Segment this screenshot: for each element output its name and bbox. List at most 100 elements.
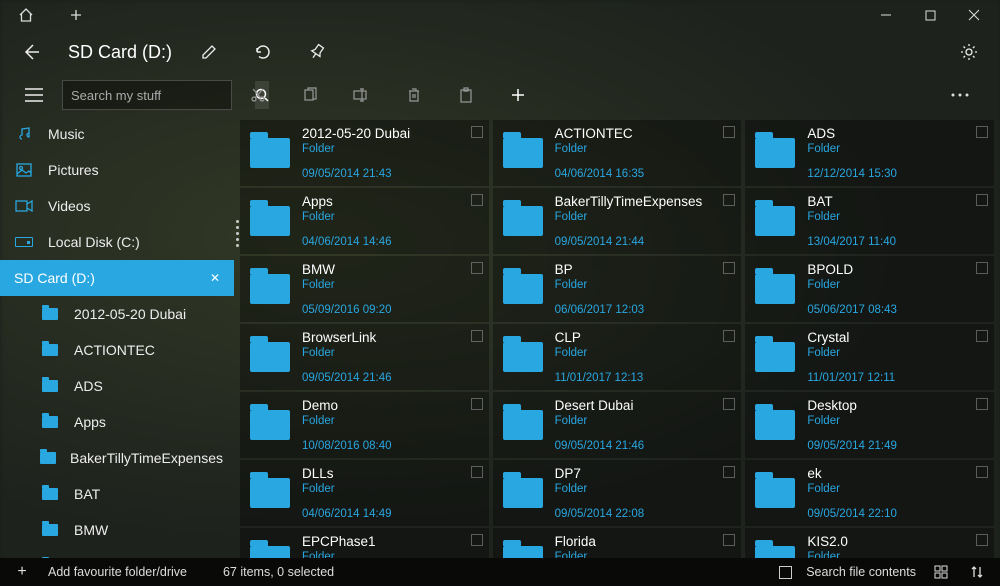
tile-checkbox[interactable]: [976, 398, 988, 410]
folder-tile[interactable]: ACTIONTECFolder04/06/2014 16:35: [493, 120, 742, 186]
folder-icon: [40, 488, 60, 500]
sidebar-item[interactable]: 2012-05-20 Dubai: [0, 296, 234, 332]
folder-tile[interactable]: DLLsFolder04/06/2014 14:49: [240, 460, 489, 526]
sidebar-item[interactable]: ACTIONTEC: [0, 332, 234, 368]
tile-checkbox[interactable]: [976, 262, 988, 274]
folder-icon: [248, 262, 292, 316]
search-contents-checkbox[interactable]: [779, 566, 792, 579]
folder-tile[interactable]: BMWFolder05/09/2016 09:20: [240, 256, 489, 322]
tile-checkbox[interactable]: [723, 534, 735, 546]
back-button[interactable]: [14, 35, 48, 69]
refresh-button[interactable]: [246, 35, 280, 69]
tile-checkbox[interactable]: [471, 126, 483, 138]
menu-button[interactable]: [14, 75, 54, 115]
maximize-button[interactable]: [908, 0, 952, 30]
folder-tile[interactable]: ADSFolder 12/12/2014 15:30: [745, 120, 994, 186]
sidebar-item[interactable]: BMW: [0, 512, 234, 548]
delete-button[interactable]: [388, 75, 440, 115]
tile-kind: Folder: [807, 551, 986, 558]
view-grid-button[interactable]: [930, 565, 952, 579]
folder-tile[interactable]: CrystalFolder11/01/2017 12:11: [745, 324, 994, 390]
tile-checkbox[interactable]: [723, 330, 735, 342]
folder-icon: [248, 194, 292, 248]
sidebar-item[interactable]: Pictures: [0, 152, 234, 188]
tile-checkbox[interactable]: [976, 330, 988, 342]
tile-checkbox[interactable]: [976, 466, 988, 478]
tile-checkbox[interactable]: [723, 398, 735, 410]
cut-button[interactable]: [232, 75, 284, 115]
folder-tile[interactable]: DemoFolder10/08/2016 08:40: [240, 392, 489, 458]
folder-tile[interactable]: BakerTillyTimeExpensesFolder09/05/2014 2…: [493, 188, 742, 254]
tile-name: ADS: [807, 126, 986, 142]
copy-button[interactable]: [284, 75, 336, 115]
tile-checkbox[interactable]: [471, 330, 483, 342]
sidebar-item-label: Videos: [48, 198, 91, 214]
folder-tile[interactable]: KIS2.0Folder: [745, 528, 994, 558]
tile-checkbox[interactable]: [471, 262, 483, 274]
tile-checkbox[interactable]: [471, 398, 483, 410]
new-tab-button[interactable]: [54, 0, 98, 30]
sort-button[interactable]: [966, 565, 988, 579]
folder-tile[interactable]: DP7Folder09/05/2014 22:08: [493, 460, 742, 526]
video-icon: [14, 200, 34, 212]
folder-tile[interactable]: 2012-05-20 DubaiFolder09/05/2014 21:43: [240, 120, 489, 186]
folder-tile[interactable]: DesktopFolder09/05/2014 21:49: [745, 392, 994, 458]
tile-checkbox[interactable]: [723, 262, 735, 274]
folder-tile[interactable]: Desert DubaiFolder09/05/2014 21:46: [493, 392, 742, 458]
tile-checkbox[interactable]: [723, 466, 735, 478]
sidebar-item[interactable]: SD Card (D:)✕: [0, 260, 234, 296]
rename-tool-button[interactable]: [336, 75, 388, 115]
search-input[interactable]: [63, 88, 255, 103]
sidebar-item[interactable]: BakerTillyTimeExpenses: [0, 440, 234, 476]
tile-checkbox[interactable]: [976, 194, 988, 206]
tile-date: 12/12/2014 15:30: [807, 168, 986, 180]
tile-kind: Folder: [302, 211, 481, 223]
folder-icon: [40, 344, 60, 356]
tile-checkbox[interactable]: [976, 126, 988, 138]
more-button[interactable]: [934, 75, 986, 115]
folder-tile[interactable]: EPCPhase1Folder: [240, 528, 489, 558]
sidebar-item[interactable]: Music: [0, 116, 234, 152]
sidebar-item[interactable]: BAT: [0, 476, 234, 512]
folder-tile[interactable]: FloridaFolder: [493, 528, 742, 558]
folder-tile[interactable]: AppsFolder04/06/2014 14:46: [240, 188, 489, 254]
tile-checkbox[interactable]: [471, 534, 483, 546]
tile-checkbox[interactable]: [723, 194, 735, 206]
sidebar-item[interactable]: BP: [0, 548, 234, 558]
sidebar-item-label: 2012-05-20 Dubai: [74, 306, 186, 322]
pin-button[interactable]: [300, 35, 334, 69]
rename-button[interactable]: [192, 35, 226, 69]
sidebar-item[interactable]: Videos: [0, 188, 234, 224]
close-icon[interactable]: ✕: [210, 271, 220, 285]
add-favorite-label[interactable]: Add favourite folder/drive: [48, 565, 187, 579]
home-button[interactable]: [4, 0, 48, 30]
search-box[interactable]: [62, 80, 232, 110]
add-favorite-button[interactable]: +: [12, 563, 32, 581]
settings-button[interactable]: [952, 35, 986, 69]
folder-tile[interactable]: BPOLDFolder05/06/2017 08:43: [745, 256, 994, 322]
search-contents-label[interactable]: Search file contents: [806, 565, 916, 579]
tile-checkbox[interactable]: [471, 466, 483, 478]
new-button[interactable]: [492, 75, 544, 115]
sidebar-item-label: Pictures: [48, 162, 99, 178]
close-button[interactable]: [952, 0, 996, 30]
tile-kind: Folder: [807, 143, 986, 155]
sidebar-item[interactable]: Local Disk (C:): [0, 224, 234, 260]
sidebar-item[interactable]: Apps: [0, 404, 234, 440]
folder-tile[interactable]: ekFolder09/05/2014 22:10: [745, 460, 994, 526]
sidebar-item[interactable]: ADS: [0, 368, 234, 404]
folder-tile[interactable]: BATFolder13/04/2017 11:40: [745, 188, 994, 254]
folder-tile[interactable]: BPFolder06/06/2017 12:03: [493, 256, 742, 322]
drag-handle[interactable]: [236, 220, 239, 247]
folder-tile[interactable]: CLPFolder11/01/2017 12:13: [493, 324, 742, 390]
folder-tile[interactable]: BrowserLinkFolder09/05/2014 21:46: [240, 324, 489, 390]
tile-kind: Folder: [807, 483, 986, 495]
sidebar-item-label: BMW: [74, 522, 108, 538]
tile-kind: Folder: [302, 483, 481, 495]
tile-checkbox[interactable]: [976, 534, 988, 546]
tile-kind: Folder: [555, 347, 734, 359]
tile-checkbox[interactable]: [471, 194, 483, 206]
tile-checkbox[interactable]: [723, 126, 735, 138]
minimize-button[interactable]: [864, 0, 908, 30]
paste-button[interactable]: [440, 75, 492, 115]
